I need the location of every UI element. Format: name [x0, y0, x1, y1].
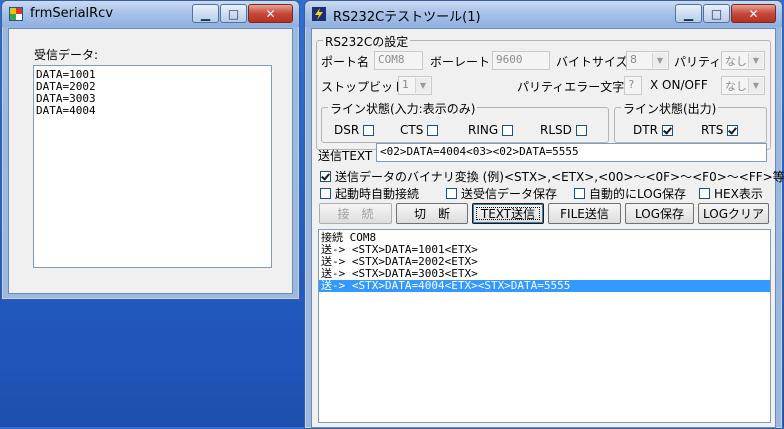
chevron-down-icon[interactable]: ▼: [748, 78, 763, 93]
stopbit-value: 1: [402, 78, 409, 91]
binary-convert-box[interactable]: [320, 171, 331, 182]
port-label: ポート名: [321, 55, 370, 69]
parity-error-field[interactable]: ?: [624, 76, 642, 95]
binary-convert-checkbox[interactable]: 送信データのバイナリ変換 (例)<STX>,<ETX>,<00>～<0F>～<F…: [320, 168, 784, 185]
group-title: ライン状態(入力:表示のみ): [328, 100, 478, 117]
ring-label: RING: [468, 123, 499, 137]
window-title: frmSerialRcv: [30, 6, 114, 21]
minimize-icon: ▁: [200, 6, 211, 21]
list-item[interactable]: DATA=4004: [34, 105, 271, 117]
xonoff-value: なし: [725, 80, 747, 93]
text-send-button[interactable]: TEXT送信: [472, 203, 544, 224]
connect-button[interactable]: 接 続: [319, 203, 392, 224]
save-data-label: 送受信データ保存: [461, 187, 558, 201]
cts-box[interactable]: [427, 124, 439, 136]
dsr-box[interactable]: [363, 124, 375, 136]
dtr-box[interactable]: [661, 124, 673, 136]
binary-convert-label: 送信データのバイナリ変換 (例)<STX>,<ETX>,<00>～<0F>～<F…: [335, 170, 784, 184]
baud-field[interactable]: 9600: [492, 51, 550, 70]
save-data-box[interactable]: [446, 188, 457, 199]
group-title: RS232Cの設定: [323, 33, 411, 50]
stopbit-label: ストップビット: [321, 80, 406, 94]
client-area: 受信データ: DATA=1001 DATA=2002 DATA=3003 DAT…: [8, 28, 293, 294]
disconnect-button[interactable]: 切 断: [396, 203, 468, 224]
log-list[interactable]: 接続 COM8 送-> <STX>DATA=1001<ETX> 送-> <STX…: [318, 229, 771, 423]
rlsd-label: RLSD: [540, 123, 572, 137]
close-button[interactable]: ✕: [731, 4, 776, 23]
xonoff-select[interactable]: なし ▼: [721, 76, 765, 95]
line-input-group: ライン状態(入力:表示のみ) DSR CTS RING RLSD: [321, 100, 609, 143]
group-title: ライン状態(出力): [621, 100, 719, 117]
maximize-icon: □: [227, 6, 240, 21]
auto-log-checkbox[interactable]: 自動的にLOG保存: [574, 185, 686, 202]
baud-label: ボーレート: [430, 55, 491, 69]
ring-box[interactable]: [502, 124, 514, 136]
rts-checkbox[interactable]: RTS: [701, 123, 739, 137]
bytesize-value: 8: [630, 53, 637, 66]
line-output-group: ライン状態(出力) DTR RTS: [614, 100, 767, 143]
close-icon: ✕: [748, 6, 759, 21]
minimize-button[interactable]: ▁: [192, 4, 219, 23]
autoconnect-label: 起動時自動接続: [335, 187, 420, 201]
maximize-button[interactable]: □: [703, 4, 730, 23]
send-text-input[interactable]: <02>DATA=4004<03><02>DATA=5555: [376, 143, 767, 162]
log-save-button[interactable]: LOG保存: [625, 203, 694, 224]
lightning-icon: [312, 7, 326, 21]
close-button[interactable]: ✕: [248, 4, 293, 23]
receive-data-list[interactable]: DATA=1001 DATA=2002 DATA=3003 DATA=4004: [33, 65, 272, 268]
hex-display-label: HEX表示: [714, 187, 763, 201]
ring-checkbox[interactable]: RING: [468, 123, 514, 137]
autoconnect-checkbox[interactable]: 起動時自動接続: [320, 185, 419, 202]
window-title: RS232Cテストツール(1): [333, 10, 481, 25]
autoconnect-box[interactable]: [320, 188, 331, 199]
cts-checkbox[interactable]: CTS: [400, 123, 439, 137]
receive-data-label: 受信データ:: [34, 48, 99, 62]
dsr-label: DSR: [334, 123, 360, 137]
chevron-down-icon[interactable]: ▼: [415, 78, 430, 93]
hex-display-checkbox[interactable]: HEX表示: [699, 185, 763, 202]
parity-label: パリティ: [674, 55, 722, 69]
hex-display-box[interactable]: [699, 188, 710, 199]
maximize-icon: □: [710, 6, 723, 21]
title-bar[interactable]: RS232Cテストツール(1) ▁ □ ✕: [305, 1, 782, 27]
xonoff-label: X ON/OFF: [650, 78, 708, 92]
log-line-selected[interactable]: 送-> <STX>DATA=4004<ETX><STX>DATA=5555: [319, 280, 770, 292]
bytesize-select[interactable]: 8 ▼: [626, 51, 669, 70]
auto-log-label: 自動的にLOG保存: [589, 187, 687, 201]
send-text-label: 送信TEXT: [318, 149, 373, 163]
title-bar[interactable]: frmSerialRcv ▁ □ ✕: [2, 1, 299, 27]
maximize-button[interactable]: □: [220, 4, 247, 23]
cts-label: CTS: [400, 123, 424, 137]
minimize-button[interactable]: ▁: [675, 4, 702, 23]
app-icon: [9, 7, 23, 21]
parity-select[interactable]: なし ▼: [721, 51, 765, 70]
rts-label: RTS: [701, 123, 724, 137]
dsr-checkbox[interactable]: DSR: [334, 123, 375, 137]
rlsd-box[interactable]: [575, 124, 587, 136]
dtr-label: DTR: [633, 123, 658, 137]
chevron-down-icon[interactable]: ▼: [748, 53, 763, 68]
client-area: RS232Cの設定 ポート名 COM8 ボーレート 9600 バイトサイズ 8 …: [311, 28, 784, 428]
log-clear-button[interactable]: LOGクリア: [698, 203, 769, 224]
rts-box[interactable]: [727, 124, 739, 136]
minimize-icon: ▁: [683, 6, 694, 21]
rs232c-settings-group: RS232Cの設定 ポート名 COM8 ボーレート 9600 バイトサイズ 8 …: [316, 33, 771, 150]
window-serial-receive: frmSerialRcv ▁ □ ✕ 受信データ: DATA=1001 DATA…: [1, 0, 300, 300]
stopbit-select[interactable]: 1 ▼: [398, 76, 432, 95]
dtr-checkbox[interactable]: DTR: [633, 123, 673, 137]
rlsd-checkbox[interactable]: RLSD: [540, 123, 587, 137]
chevron-down-icon[interactable]: ▼: [652, 53, 667, 68]
save-data-checkbox[interactable]: 送受信データ保存: [446, 185, 557, 202]
port-field[interactable]: COM8: [374, 51, 423, 70]
parity-error-label: パリティエラー文字: [517, 80, 625, 94]
parity-value: なし: [725, 55, 747, 68]
auto-log-box[interactable]: [574, 188, 585, 199]
file-send-button[interactable]: FILE送信: [548, 203, 621, 224]
window-rs232c-tool: RS232Cテストツール(1) ▁ □ ✕ RS232Cの設定 ポート名 COM…: [304, 0, 784, 429]
bytesize-label: バイトサイズ: [556, 55, 628, 69]
close-icon: ✕: [265, 6, 276, 21]
